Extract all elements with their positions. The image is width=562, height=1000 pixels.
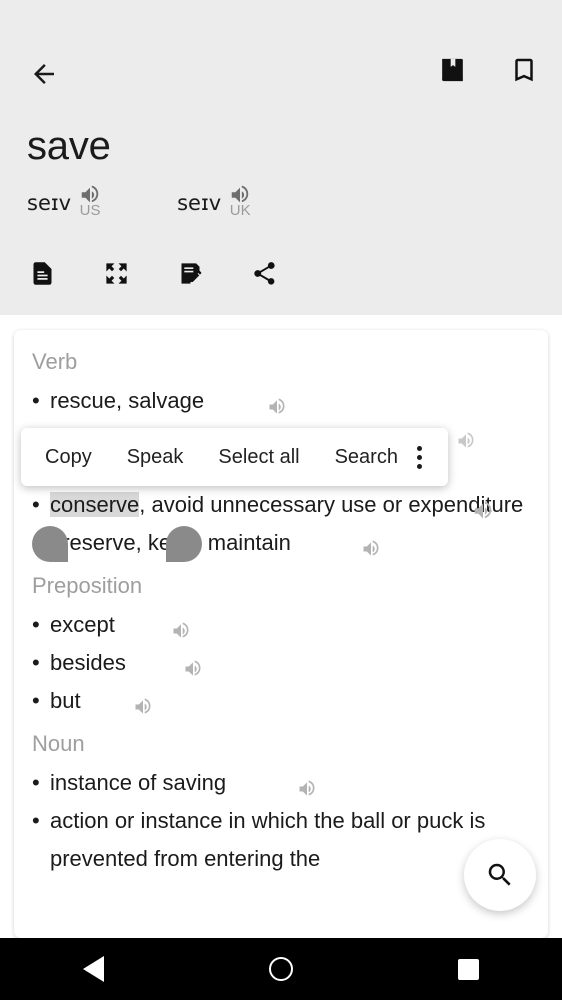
nav-home-icon [268,957,293,981]
edit-note-button[interactable] [175,258,205,288]
volume-up-icon [173,622,189,638]
bullet-icon: • [32,650,40,675]
selection-handle-start[interactable] [32,526,68,562]
definition-entry[interactable]: • rescue, salvage [32,382,530,420]
volume-up-icon [185,660,201,676]
definition-card: Verb • rescue, salvage • conserve, avoid… [14,330,548,938]
menu-item-search[interactable]: Search [335,446,398,469]
speak-definition-button[interactable] [456,425,476,463]
pronunciation-uk: seɪv UK [177,185,251,218]
menu-item-select-all[interactable]: Select all [218,446,299,469]
back-button[interactable] [20,50,68,98]
menu-book-icon [441,58,463,81]
search-fab[interactable] [464,839,536,911]
article-icon [33,261,51,285]
selected-text: conserve [50,492,140,517]
definition-entry-selected[interactable]: • conserve, avoid unnecessary use or exp… [32,486,530,524]
more-vert-icon-dot [416,463,422,469]
speak-uk-button[interactable]: UK [229,184,251,218]
definition-text: but [50,688,81,713]
pronunciation-us: seɪv US [27,185,101,218]
bullet-icon: • [32,388,40,413]
volume-up-icon [458,432,474,448]
definition-text: action or instance in which the ball or … [50,808,486,871]
nav-recents-icon [457,958,479,980]
definition-text: except [50,612,115,637]
search-icon [488,863,511,886]
nav-recents-button[interactable] [428,938,508,1000]
part-of-speech-noun: Noun [32,731,85,756]
definition-entry[interactable]: • action or instance in which the ball o… [32,802,530,878]
nav-back-icon [83,956,105,982]
phonetic-us-text: seɪv [27,191,72,215]
definition-text-selected: conserve, avoid unnecessary use or expen… [50,486,530,524]
bullet-icon: • [32,770,40,795]
definition-entry[interactable]: • except [32,606,530,644]
more-vert-icon-dot [416,445,422,451]
nav-back-button[interactable] [54,938,134,1000]
edit-note-icon [181,262,201,284]
part-of-speech-verb: Verb [32,349,78,374]
menu-item-speak[interactable]: Speak [127,446,184,469]
definition-entry[interactable]: • but [32,682,530,720]
bullet-icon: • [32,612,40,637]
bullet-icon: • [32,492,40,517]
dictionary-book-button[interactable] [430,48,474,92]
fullscreen-expand-icon [105,262,127,284]
definition-text-rest: , avoid unnecessary use or expenditure [139,492,524,517]
definition-text: instance of saving [50,770,227,795]
volume-up-icon [474,501,492,519]
volume-up-icon [363,540,379,556]
speak-definition-button[interactable] [361,533,381,571]
app-screen: save seɪv US seɪv UK Verb • rescue, salv… [0,0,562,1000]
article-button[interactable] [27,258,57,288]
word-title: save [27,124,111,168]
pronunciation-row: seɪv US seɪv UK [27,185,251,218]
header-panel: save seɪv US seɪv UK [0,0,562,315]
fullscreen-button[interactable] [101,258,131,288]
definition-text: besides [50,650,126,675]
volume-up-icon [135,698,151,714]
share-icon [253,261,275,285]
menu-item-copy[interactable]: Copy [45,446,92,469]
android-navigation-bar [0,938,562,1000]
part-of-speech-preposition: Preposition [32,573,143,598]
definition-entry[interactable]: • instance of saving [32,764,530,802]
definition-entry[interactable]: • preserve, keep, maintain [32,524,530,562]
volume-up-icon [299,780,315,796]
volume-up-icon [269,398,285,414]
share-button[interactable] [249,258,279,288]
text-selection-context-menu: Copy Speak Select all Search [21,428,448,486]
more-vert-icon-dot [416,454,422,460]
bullet-icon: • [32,688,40,713]
menu-overflow-button[interactable] [406,442,432,472]
word-action-row [27,258,279,288]
definition-text: rescue, salvage [50,388,205,413]
region-label-uk: UK [229,202,251,219]
definition-entry[interactable]: • besides [32,644,530,682]
arrow-back-icon [34,64,54,84]
phonetic-uk-text: seɪv [177,191,222,215]
definition-text: preserve, keep, maintain [50,530,291,555]
speak-us-button[interactable]: US [79,184,101,218]
nav-home-button[interactable] [241,938,321,1000]
selection-handle-end[interactable] [166,526,202,562]
region-label-us: US [79,202,101,219]
bookmark-border-icon [515,58,533,82]
speak-definition-button[interactable] [133,691,153,729]
bookmark-button[interactable] [502,48,546,92]
header-actions [430,48,546,92]
bullet-icon: • [32,808,40,833]
